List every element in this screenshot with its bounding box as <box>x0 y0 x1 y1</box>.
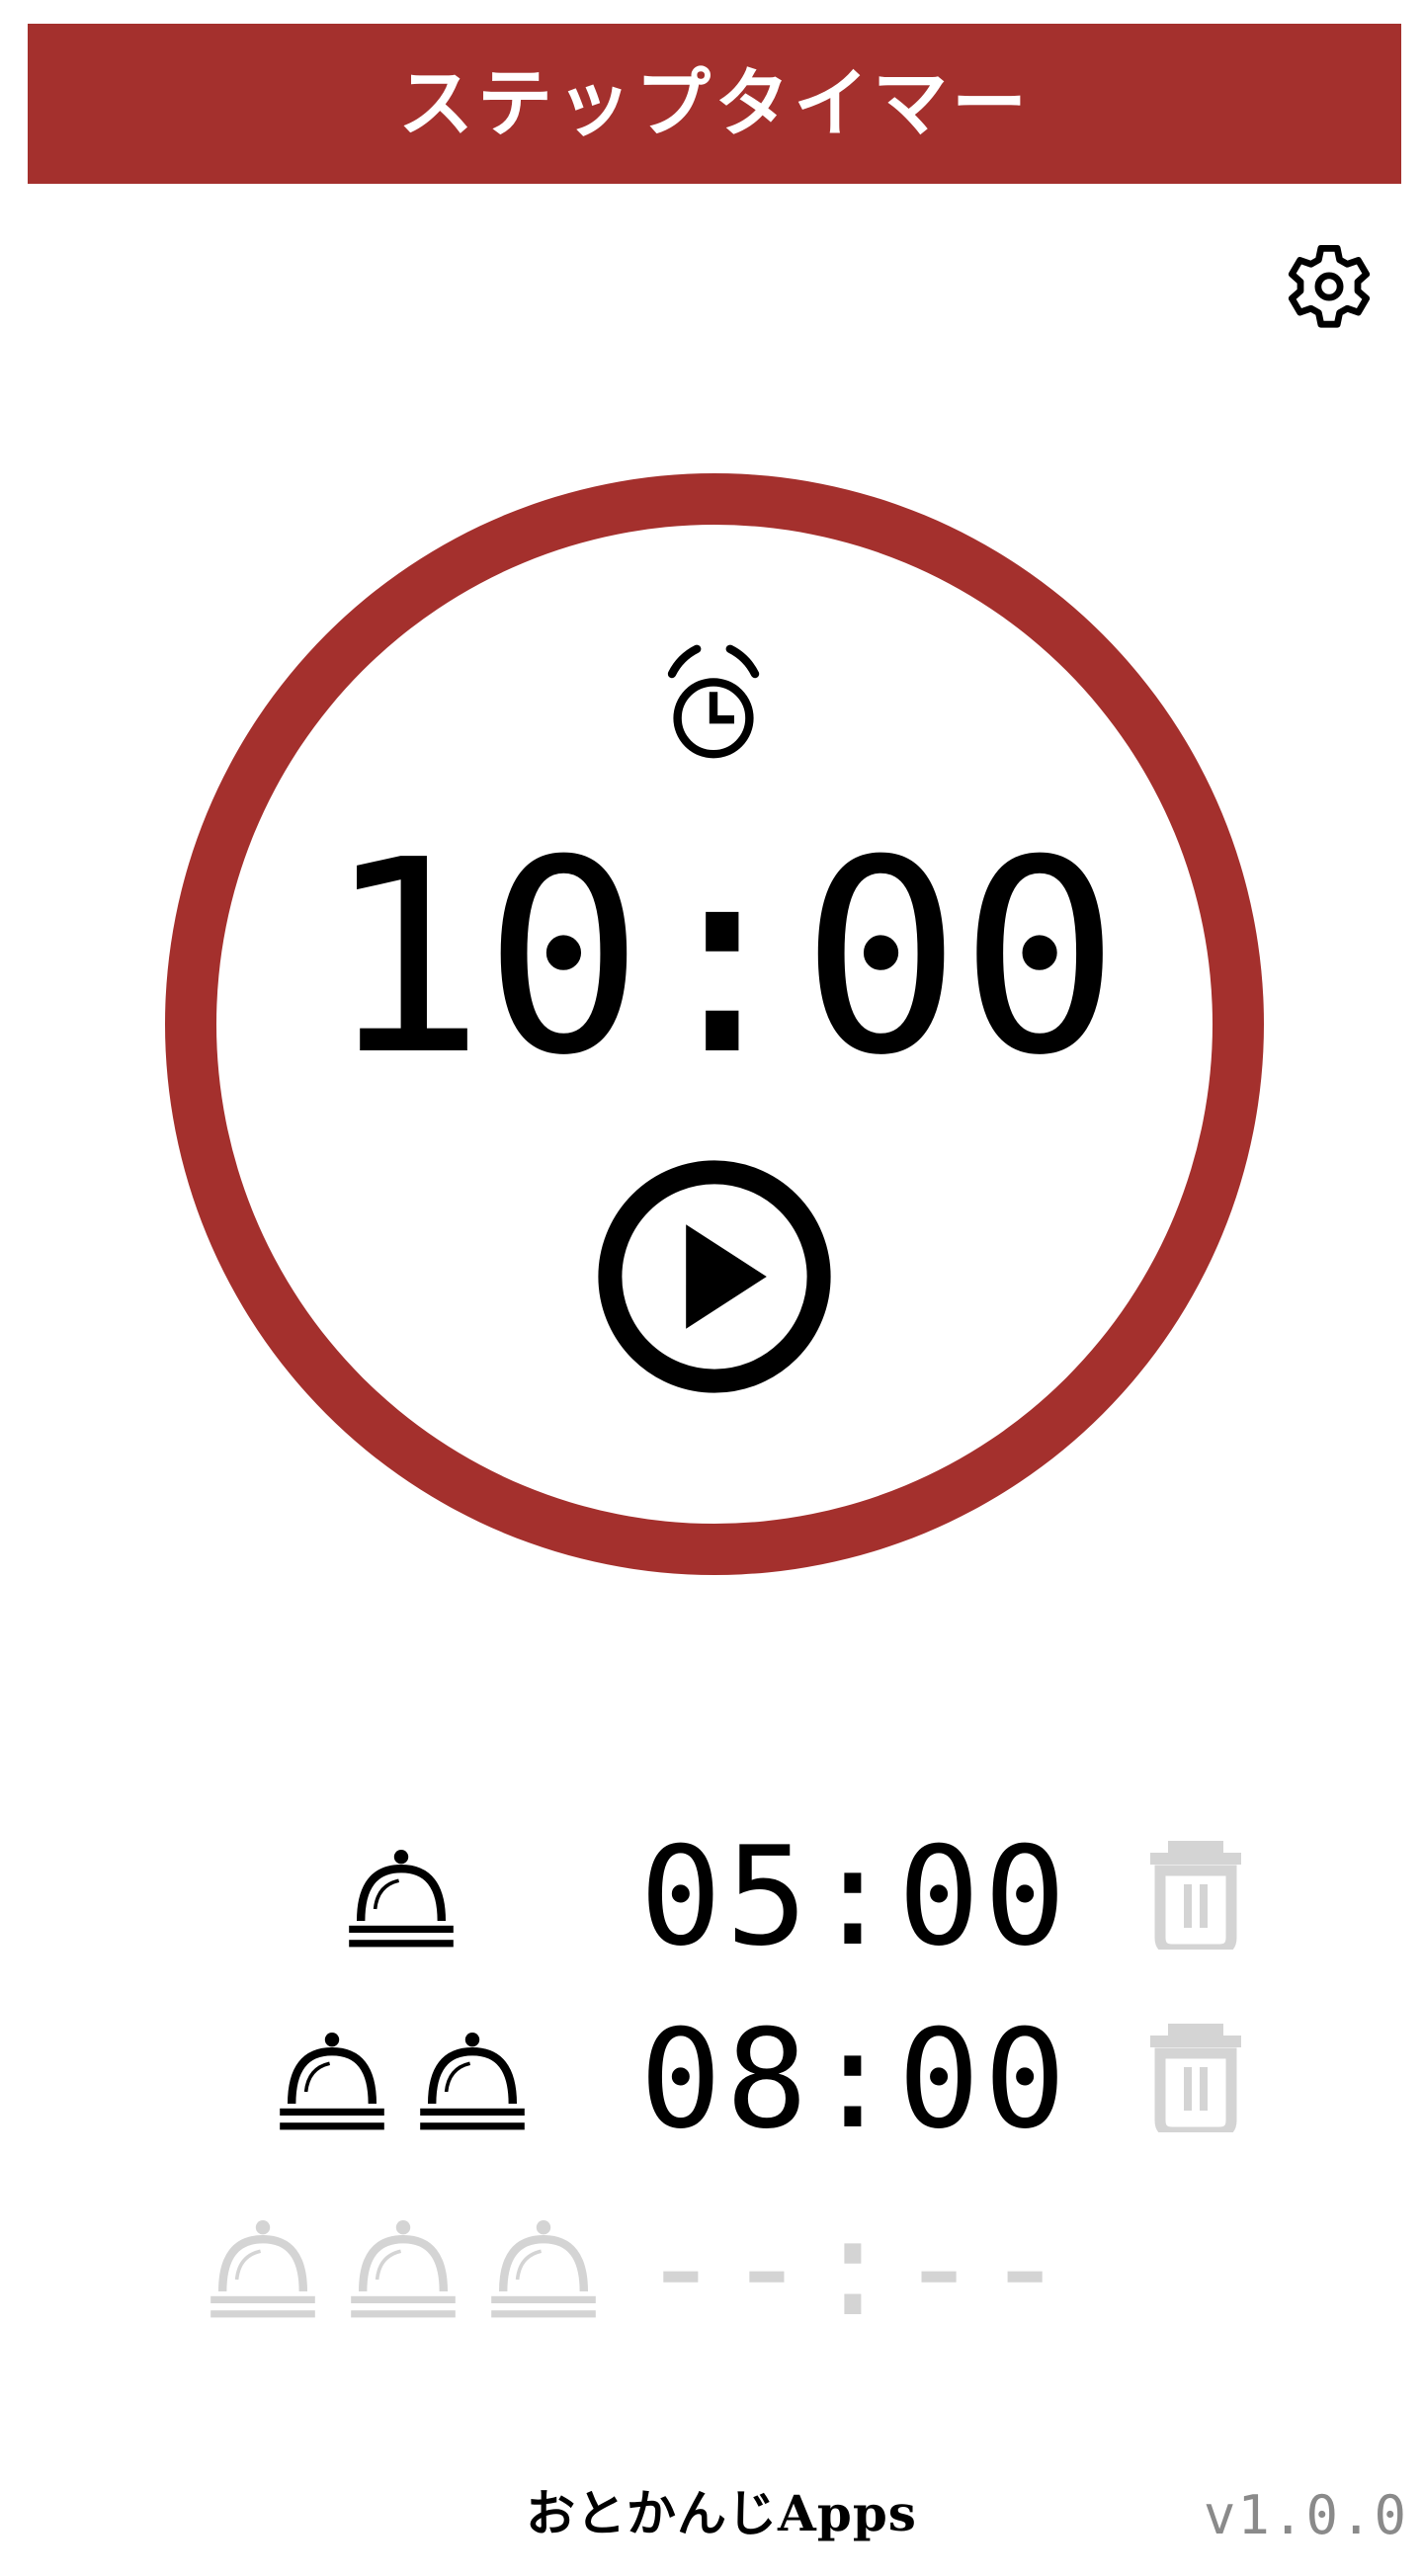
service-bell-icon <box>273 2021 391 2139</box>
service-bell-icon <box>204 2208 322 2327</box>
trash-icon <box>1150 1840 1241 1954</box>
service-bell-icon <box>342 1838 460 1956</box>
step-time[interactable]: 08:00 <box>637 2012 1072 2148</box>
settings-button[interactable] <box>1270 227 1388 346</box>
title-bar: ステップタイマー <box>28 24 1401 184</box>
delete-step-button[interactable] <box>1146 2016 1245 2144</box>
brand-logo: おとかんじApps <box>526 2484 917 2542</box>
service-bell-icon <box>484 2208 603 2327</box>
step-row[interactable]: 05:00 <box>0 1829 1423 1965</box>
timer-display: 10:00 <box>324 802 1121 1114</box>
step-time[interactable]: 05:00 <box>637 1829 1072 1965</box>
alarm-clock-icon <box>667 644 760 759</box>
step-time[interactable]: --:-- <box>637 2200 1072 2336</box>
step-row[interactable]: --:-- <box>0 2200 1423 2336</box>
gear-icon <box>1288 244 1371 328</box>
trash-icon <box>1150 2023 1241 2137</box>
app-screen: ステップタイマー 10:00 05:00 08:00 --:-- おとかんじApps… <box>0 0 1423 2576</box>
bell-group <box>342 1833 460 1961</box>
bell-group <box>273 2016 532 2144</box>
app-title: ステップタイマー <box>398 59 1031 147</box>
service-bell-icon <box>344 2208 462 2327</box>
bell-group <box>204 2203 603 2332</box>
step-row[interactable]: 08:00 <box>0 2012 1423 2148</box>
play-button[interactable] <box>596 1158 833 1395</box>
delete-step-button[interactable] <box>1146 1833 1245 1961</box>
service-bell-icon <box>413 2021 532 2139</box>
version-label: v1.0.0 <box>1203 2483 1408 2546</box>
play-icon <box>686 1224 767 1329</box>
